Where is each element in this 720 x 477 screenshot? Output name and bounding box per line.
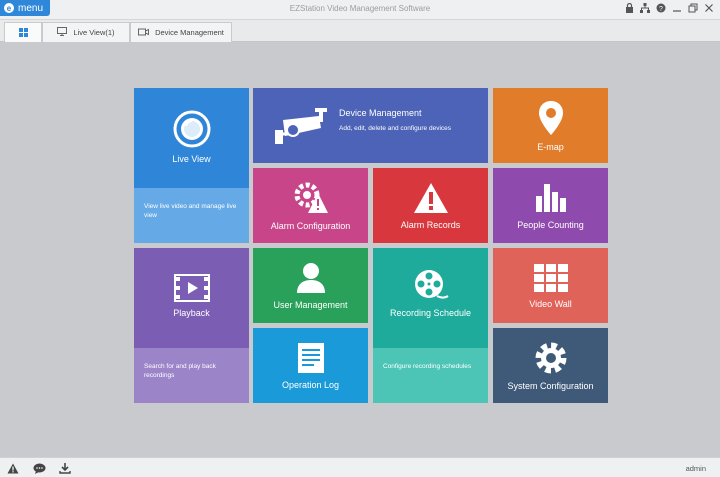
tab-live-view[interactable]: Live View(1)	[42, 22, 130, 42]
map-pin-icon	[538, 100, 564, 136]
tile-playback-desc: Search for and play back recordings	[134, 348, 249, 403]
tile-device-management-desc: Add, edit, delete and configure devices	[339, 125, 452, 132]
tile-alarm-records[interactable]: Alarm Records	[373, 168, 488, 243]
tile-recording-schedule[interactable]: Recording Schedule Configure recording s…	[373, 248, 488, 403]
svg-text:?: ?	[659, 6, 663, 13]
tile-operation-log[interactable]: Operation Log	[253, 328, 368, 403]
tile-alarm-records-label: Alarm Records	[400, 219, 461, 230]
tile-system-configuration-label: System Configuration	[507, 380, 594, 391]
tile-live-view-label: Live View	[172, 154, 211, 164]
tile-user-management[interactable]: User Management	[253, 248, 368, 323]
tile-operation-log-label: Operation Log	[281, 379, 340, 390]
film-reel-icon	[413, 268, 449, 302]
message-icon[interactable]	[32, 461, 46, 475]
warning-triangle-icon	[413, 182, 449, 214]
tab-bar: Live View(1) Device Management	[0, 20, 720, 42]
window-controls: ?	[624, 2, 714, 17]
tile-video-wall-label: Video Wall	[529, 298, 572, 309]
bar-chart-icon	[534, 182, 568, 214]
user-icon	[296, 262, 326, 294]
tab-home[interactable]	[4, 22, 42, 42]
current-user: admin	[685, 464, 706, 473]
document-icon	[297, 342, 325, 374]
home-grid-icon	[18, 28, 28, 37]
tab-device-management-label: Device Management	[155, 28, 224, 37]
surveillance-camera-icon	[267, 88, 337, 163]
app-title: EZStation Video Management Software	[289, 4, 431, 13]
tile-people-counting-label: People Counting	[517, 219, 584, 230]
tile-alarm-configuration[interactable]: Alarm Configuration	[253, 168, 368, 243]
camera-icon	[138, 28, 150, 38]
tile-user-management-label: User Management	[273, 299, 348, 310]
help-icon[interactable]: ?	[656, 3, 666, 17]
video-wall-icon	[533, 263, 569, 293]
tile-live-view[interactable]: Live View View live video and manage liv…	[134, 88, 249, 243]
tab-live-view-label: Live View(1)	[73, 28, 115, 37]
monitor-icon	[57, 27, 68, 38]
alarm-gear-icon	[293, 181, 329, 215]
gear-icon	[534, 341, 568, 375]
close-icon[interactable]	[704, 3, 714, 17]
alarm-warning-icon[interactable]	[6, 461, 20, 475]
tile-people-counting[interactable]: People Counting	[493, 168, 608, 243]
tile-emap-label: E-map	[537, 141, 564, 152]
tile-alarm-configuration-label: Alarm Configuration	[270, 220, 351, 231]
tile-playback[interactable]: Playback Search for and play back record…	[134, 248, 249, 403]
restore-icon[interactable]	[688, 3, 698, 17]
tile-recording-schedule-desc: Configure recording schedules	[373, 348, 488, 403]
camera-lens-icon	[173, 110, 211, 148]
tile-live-view-desc: View live video and manage live view	[134, 188, 249, 243]
film-icon	[173, 274, 210, 302]
tile-recording-schedule-label: Recording Schedule	[389, 308, 472, 318]
tile-playback-label: Playback	[173, 308, 210, 318]
tab-device-management[interactable]: Device Management	[130, 22, 232, 42]
title-bar: e menu EZStation Video Management Softwa…	[0, 0, 720, 20]
tile-system-configuration[interactable]: System Configuration	[493, 328, 608, 403]
lock-icon[interactable]	[624, 2, 634, 17]
minimize-icon[interactable]	[672, 3, 682, 17]
status-bar: admin	[0, 457, 720, 477]
tile-device-management[interactable]: Device Management Add, edit, delete and …	[253, 88, 488, 163]
tile-device-management-label: Device Management	[339, 108, 422, 118]
tile-video-wall[interactable]: Video Wall	[493, 248, 608, 323]
download-icon[interactable]	[58, 461, 72, 475]
network-icon[interactable]	[640, 3, 650, 17]
tile-emap[interactable]: E-map	[493, 88, 608, 163]
